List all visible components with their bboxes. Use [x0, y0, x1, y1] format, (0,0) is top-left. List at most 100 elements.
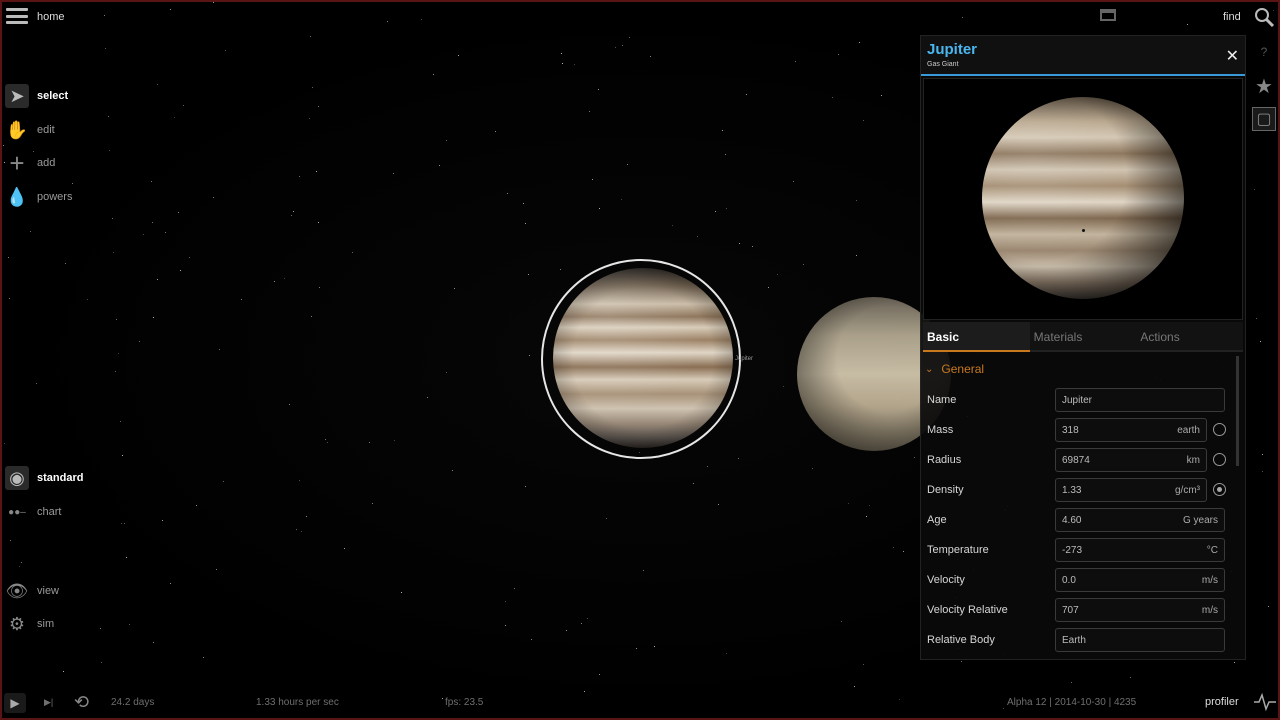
menu-select[interactable]: ➤ select	[5, 84, 68, 108]
view-mode-standard-label: standard	[37, 472, 84, 484]
reset-time-icon[interactable]: ⟲	[74, 692, 89, 713]
prop-value: 69874	[1062, 455, 1090, 466]
star	[109, 150, 110, 151]
star	[284, 278, 285, 279]
play-icon[interactable]: ▶	[4, 693, 26, 713]
prop-label: Name	[927, 394, 957, 406]
star	[439, 165, 440, 166]
age-field[interactable]: 4.60 G years	[1055, 508, 1225, 532]
star	[838, 54, 839, 55]
star	[223, 481, 224, 482]
star	[893, 547, 894, 548]
star	[174, 117, 175, 118]
radius-lock-radio[interactable]	[1213, 453, 1226, 466]
close-icon[interactable]: ✕	[1226, 46, 1239, 66]
star	[72, 183, 73, 184]
star	[372, 503, 373, 504]
mass-lock-radio[interactable]	[1213, 423, 1226, 436]
prop-value: Jupiter	[1062, 395, 1093, 406]
star	[9, 298, 10, 299]
star	[129, 624, 130, 625]
object-preview[interactable]	[923, 78, 1243, 320]
star	[310, 36, 311, 37]
tab-basic[interactable]: Basic	[923, 322, 1030, 352]
moon-shadow	[1082, 229, 1085, 232]
prop-unit: °C	[1206, 545, 1218, 556]
star	[566, 630, 567, 631]
star	[514, 588, 515, 589]
star	[654, 646, 655, 647]
find-link[interactable]: find	[1223, 11, 1241, 23]
view-mode-chart-label: chart	[37, 506, 62, 518]
star	[458, 55, 459, 56]
screenshot-icon[interactable]: ▢	[1252, 107, 1276, 131]
tab-materials[interactable]: Materials	[1029, 322, 1137, 352]
star	[100, 628, 101, 629]
tab-actions[interactable]: Actions	[1136, 322, 1244, 352]
star	[152, 222, 153, 223]
hamburger-menu-icon[interactable]	[6, 6, 28, 26]
menu-sim[interactable]: ⚙ sim	[5, 612, 54, 636]
star-icon[interactable]: ★	[1252, 74, 1276, 98]
star	[318, 106, 319, 107]
star	[0, 348, 1, 349]
star	[4, 443, 5, 444]
star	[344, 548, 345, 549]
star	[299, 176, 300, 177]
star	[752, 246, 753, 247]
time-rate[interactable]: 1.33 hours per sec	[256, 697, 339, 708]
panel-scrollbar[interactable]	[1236, 356, 1239, 466]
star	[162, 520, 163, 521]
relative-body-field[interactable]: Earth	[1055, 628, 1225, 652]
density-lock-radio[interactable]	[1213, 483, 1226, 496]
star	[311, 316, 312, 317]
star	[672, 225, 673, 226]
search-icon[interactable]	[1253, 6, 1275, 28]
pulse-icon[interactable]	[1254, 692, 1276, 712]
fps-readout: fps: 23.5	[445, 697, 484, 708]
eye-icon: 👁	[5, 580, 29, 601]
mass-field[interactable]: 318 earth	[1055, 418, 1207, 442]
star	[1256, 318, 1257, 319]
menu-edit[interactable]: ✋ edit	[5, 118, 55, 142]
star	[507, 193, 508, 194]
version-info: Alpha 12 | 2014-10-30 | 4235	[1007, 697, 1137, 708]
star	[629, 37, 630, 38]
density-field[interactable]: 1.33 g/cm³	[1055, 478, 1207, 502]
section-general-header[interactable]: ⌄ General	[925, 362, 984, 376]
star	[361, 0, 362, 1]
temperature-field[interactable]: -273 °C	[1055, 538, 1225, 562]
view-mode-chart[interactable]: ●●– chart	[5, 500, 61, 524]
velocity-field[interactable]: 0.0 m/s	[1055, 568, 1225, 592]
view-mode-standard[interactable]: ◉ standard	[5, 466, 83, 490]
gear-icon: ⚙	[8, 613, 26, 634]
menu-view[interactable]: 👁 view	[5, 579, 59, 603]
star	[104, 15, 105, 16]
library-icon[interactable]	[1100, 9, 1116, 21]
star	[427, 397, 428, 398]
radius-field[interactable]: 69874 km	[1055, 448, 1207, 472]
star	[306, 516, 307, 517]
star	[1234, 662, 1235, 663]
star	[793, 181, 794, 182]
panel-title: Jupiter	[927, 41, 978, 58]
home-link[interactable]: home	[37, 11, 65, 23]
menu-add[interactable]: + add	[5, 148, 55, 178]
step-forward-icon[interactable]: ▶|	[44, 697, 53, 708]
profiler-link[interactable]: profiler	[1205, 696, 1239, 708]
velocity-relative-field[interactable]: 707 m/s	[1055, 598, 1225, 622]
star	[587, 618, 588, 619]
menu-powers[interactable]: 💧 powers	[5, 185, 73, 209]
help-icon[interactable]: ?	[1252, 40, 1276, 64]
prop-unit: m/s	[1201, 575, 1218, 586]
star	[120, 421, 121, 422]
star	[584, 691, 585, 692]
star	[327, 442, 328, 443]
section-general-label: General	[941, 362, 985, 376]
prop-unit: km	[1186, 455, 1200, 466]
star	[636, 648, 637, 649]
star	[961, 661, 962, 662]
star	[387, 21, 388, 22]
star	[606, 518, 607, 519]
name-field[interactable]: Jupiter	[1055, 388, 1225, 412]
